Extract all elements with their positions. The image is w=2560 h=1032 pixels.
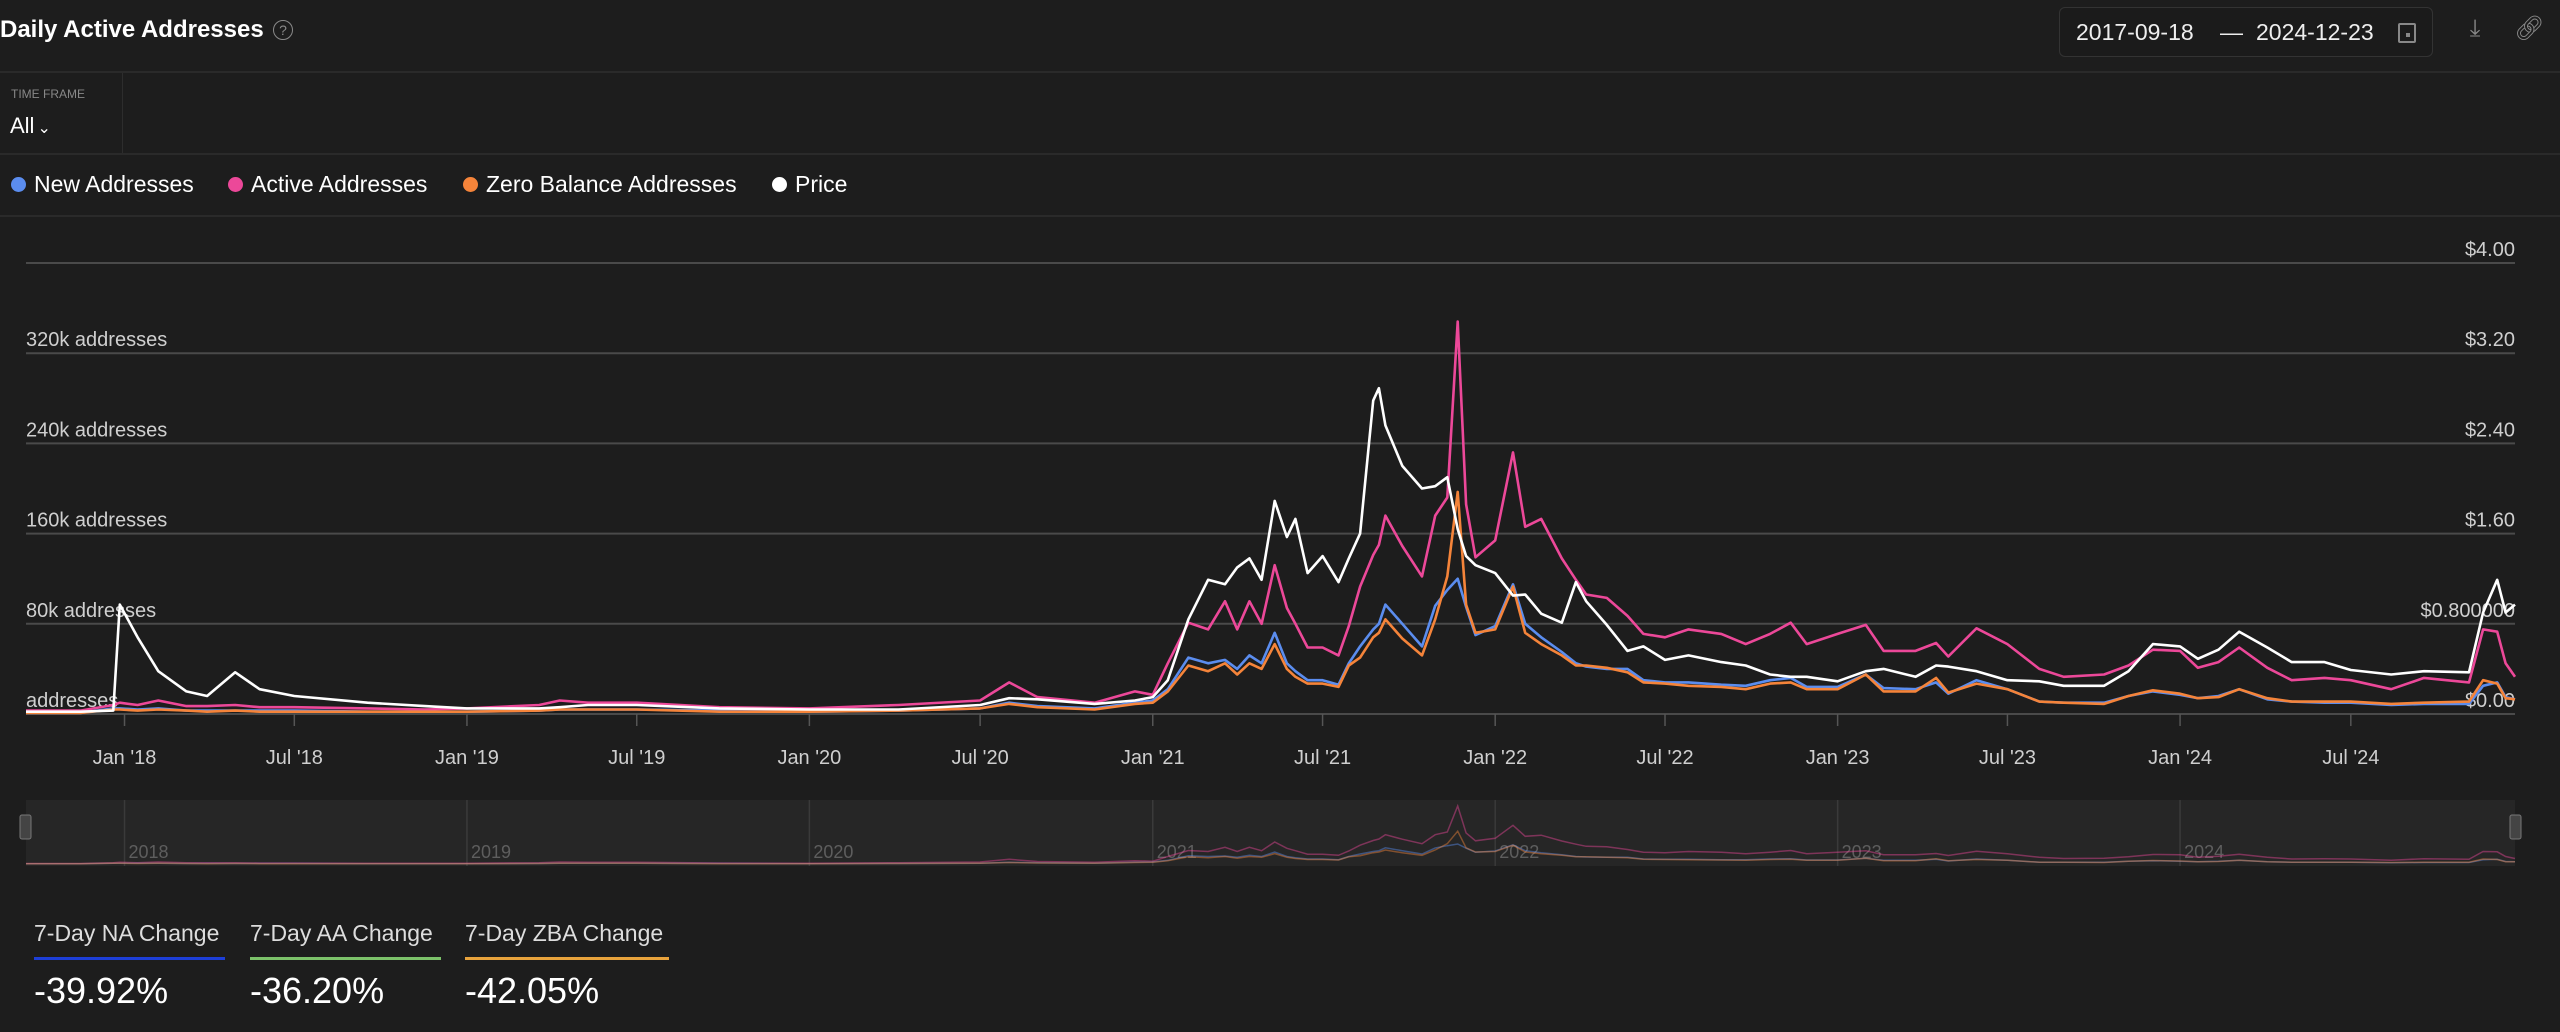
- timeframe-label: TIME FRAME: [11, 87, 85, 101]
- legend-item-zero-balance-addresses[interactable]: Zero Balance Addresses: [463, 171, 737, 198]
- legend-dot: [772, 177, 787, 192]
- x-axis-label: Jul '20: [952, 747, 1009, 769]
- x-axis-label: Jan '22: [1463, 747, 1527, 769]
- right-axis-label: $2.40: [2465, 419, 2515, 441]
- right-axis-label: $1.60: [2465, 510, 2515, 532]
- navigator-year-label: 2024: [2184, 842, 2224, 862]
- stat-underline: [250, 957, 441, 960]
- left-axis-label: 80k addresses: [26, 600, 156, 622]
- legend-item-price[interactable]: Price: [772, 171, 847, 198]
- right-axis-label: $0.800000: [2420, 600, 2515, 622]
- right-axis-label: $3.20: [2465, 329, 2515, 351]
- stat-zba-change: 7-Day ZBA Change -42.05%: [465, 920, 669, 1012]
- x-axis-label: Jul '22: [1636, 747, 1693, 769]
- x-axis-label: Jul '24: [2322, 747, 2379, 769]
- x-axis-label: Jul '19: [608, 747, 665, 769]
- series-line-price: [26, 386, 2516, 714]
- x-axis-label: Jan '21: [1121, 747, 1185, 769]
- legend-label: Zero Balance Addresses: [486, 171, 737, 197]
- x-axis-label: Jan '20: [777, 747, 841, 769]
- x-axis-label: Jan '18: [93, 747, 157, 769]
- question-circle-icon[interactable]: ?: [273, 20, 293, 40]
- header: Daily Active Addresses ? 2017-09-18 — 20…: [0, 0, 2560, 73]
- stat-label: 7-Day AA Change: [250, 920, 433, 946]
- x-axis-label: Jul '18: [266, 747, 323, 769]
- date-to[interactable]: 2024-12-23: [2256, 19, 2374, 46]
- stat-underline: [34, 957, 225, 960]
- calendar-icon[interactable]: [2398, 23, 2416, 43]
- stat-value: -42.05%: [465, 970, 600, 1011]
- timeframe-select[interactable]: All ⌄: [10, 113, 51, 139]
- page-title: Daily Active Addresses: [0, 16, 264, 43]
- x-axis-label: Jan '23: [1806, 747, 1870, 769]
- date-separator: —: [2220, 19, 2243, 45]
- legend-label: Active Addresses: [251, 171, 428, 197]
- stat-label: 7-Day NA Change: [34, 920, 220, 946]
- chart-legend: New Addresses Active Addresses Zero Bala…: [0, 155, 2560, 217]
- date-from[interactable]: 2017-09-18: [2076, 19, 2194, 46]
- legend-dot: [11, 177, 26, 192]
- divider: [122, 73, 123, 153]
- stat-value: -39.92%: [34, 970, 169, 1011]
- navigator-handle-right[interactable]: [2509, 814, 2522, 840]
- x-axis-label: Jul '23: [1979, 747, 2036, 769]
- date-range-picker[interactable]: 2017-09-18 — 2024-12-23: [2059, 7, 2433, 57]
- legend-dot: [228, 177, 243, 192]
- timeframe-bar: TIME FRAME All ⌄: [0, 73, 2560, 155]
- legend-dot: [463, 177, 478, 192]
- navigator-year-label: 2018: [129, 842, 169, 862]
- stat-aa-change: 7-Day AA Change -36.20%: [250, 920, 441, 1012]
- left-axis-label: 160k addresses: [26, 510, 167, 532]
- legend-item-new-addresses[interactable]: New Addresses: [11, 171, 194, 198]
- chevron-down-icon: ⌄: [37, 120, 51, 137]
- legend-label: New Addresses: [34, 171, 194, 197]
- navigator-year-label: 2019: [471, 842, 511, 862]
- left-axis-label: 240k addresses: [26, 419, 167, 441]
- x-axis-label: Jul '21: [1294, 747, 1351, 769]
- line-chart: addresses80k addresses160k addresses240k…: [19, 239, 2522, 866]
- right-axis-label: $4.00: [2465, 239, 2515, 261]
- navigator-handle-left[interactable]: [19, 814, 32, 840]
- stat-value: -36.20%: [250, 970, 385, 1011]
- timeframe-value: All: [10, 113, 35, 138]
- stat-underline: [465, 957, 669, 960]
- left-axis-label: 320k addresses: [26, 329, 167, 351]
- legend-label: Price: [795, 171, 848, 197]
- stat-na-change: 7-Day NA Change -39.92%: [34, 920, 225, 1012]
- stat-label: 7-Day ZBA Change: [465, 920, 664, 946]
- legend-item-active-addresses[interactable]: Active Addresses: [228, 171, 427, 198]
- x-axis-label: Jan '19: [435, 747, 499, 769]
- navigator-year-label: 2020: [813, 842, 853, 862]
- download-icon[interactable]: ⤓: [2460, 14, 2490, 44]
- x-axis-label: Jan '24: [2148, 747, 2212, 769]
- link-icon[interactable]: 🔗︎: [2514, 14, 2544, 44]
